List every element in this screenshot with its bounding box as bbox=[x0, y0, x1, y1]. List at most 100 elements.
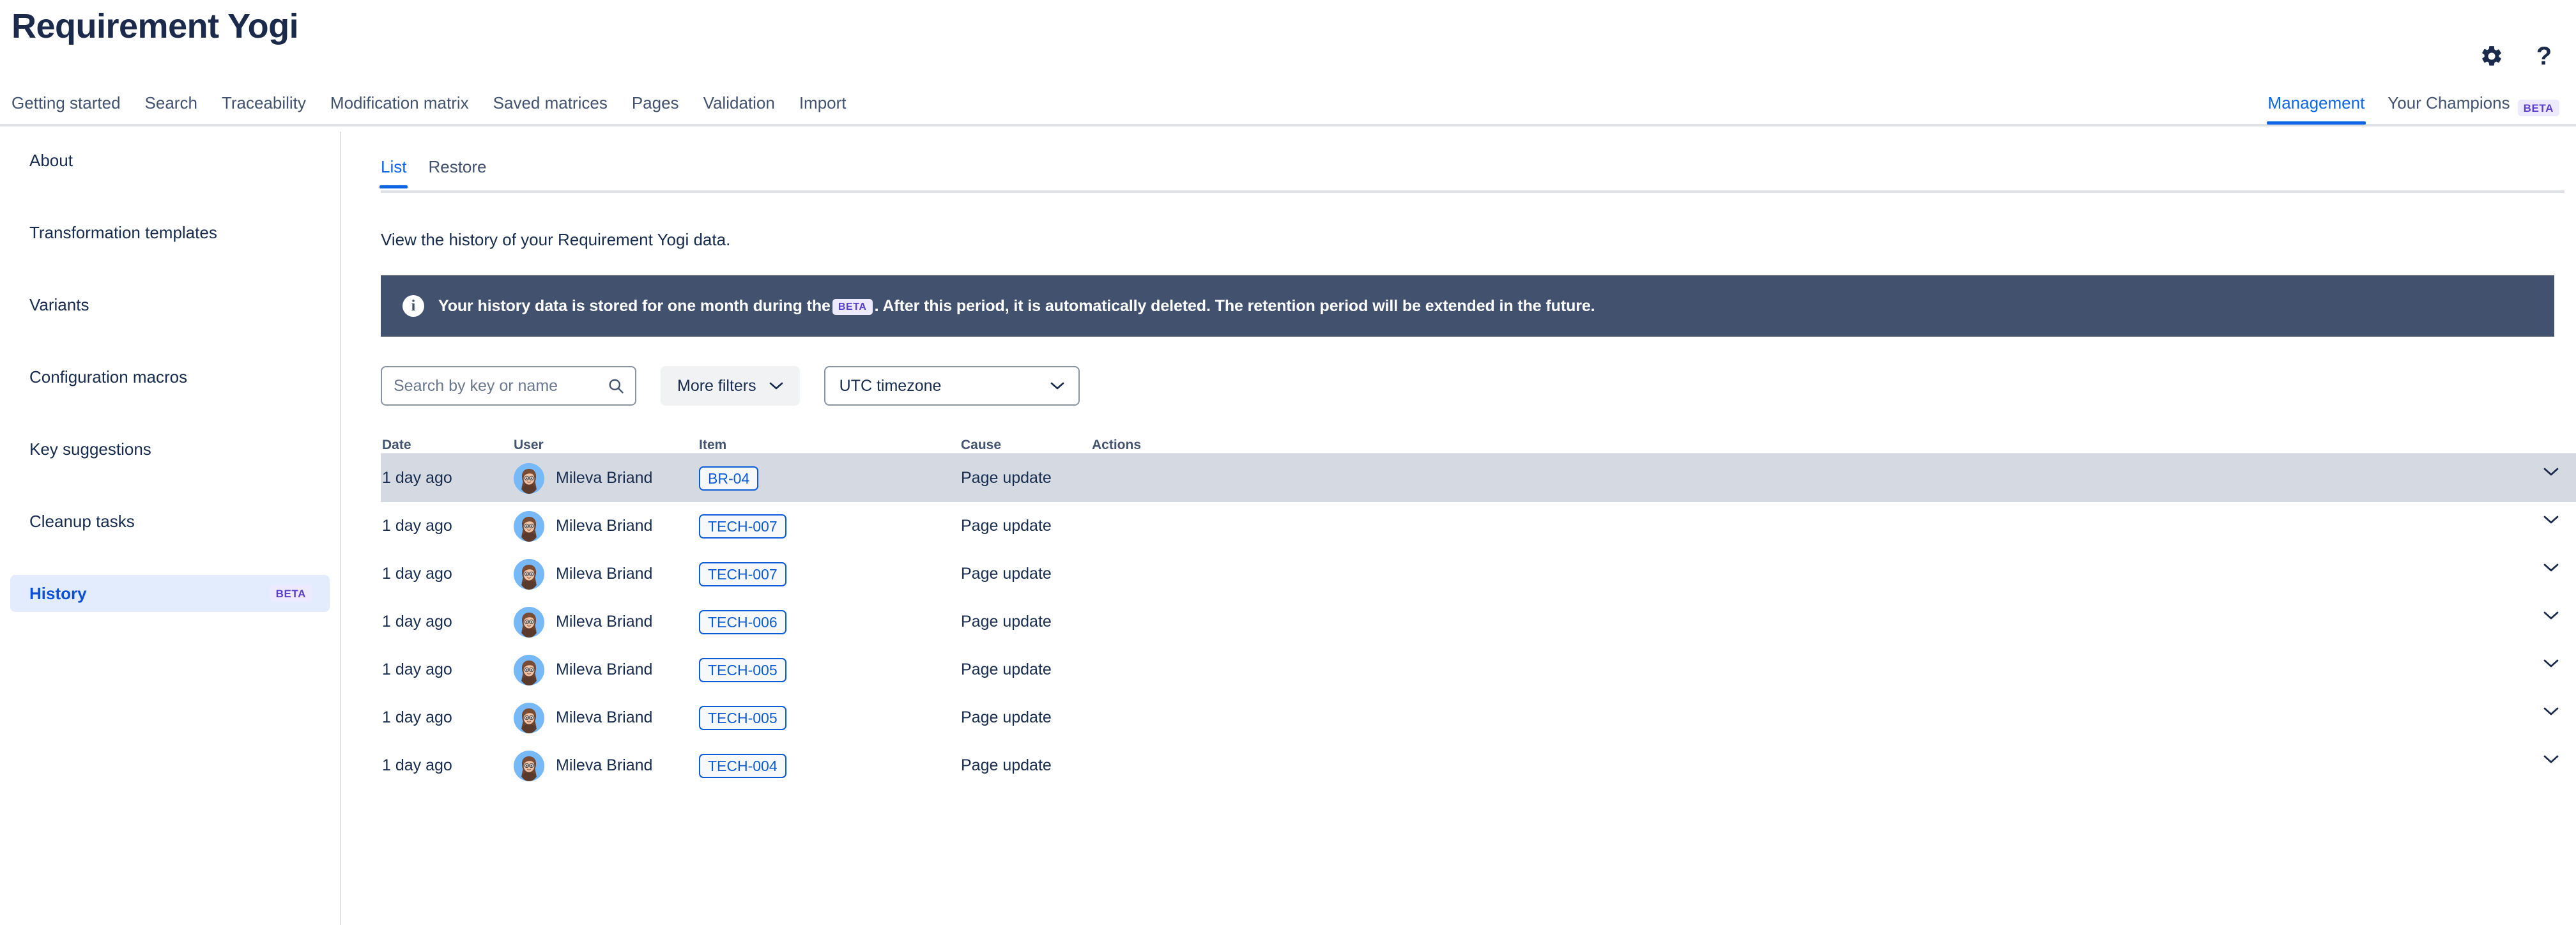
sidebar-item-variants[interactable]: Variants bbox=[10, 286, 330, 323]
item-badge[interactable]: TECH-005 bbox=[699, 657, 786, 682]
sidebar-item-label: History bbox=[29, 583, 87, 603]
info-banner-beta-badge: BETA bbox=[832, 298, 873, 315]
row-expand-chevron-icon[interactable] bbox=[2540, 606, 2562, 625]
avatar bbox=[514, 510, 544, 542]
cell-user: Mileva Briand bbox=[514, 606, 699, 638]
cell-item: TECH-005 bbox=[699, 657, 961, 682]
more-filters-button[interactable]: More filters bbox=[661, 366, 800, 406]
nav-item-import[interactable]: Import bbox=[799, 93, 847, 116]
body-wrapper: About Transformation templates Variants … bbox=[0, 126, 2576, 925]
cell-item: TECH-005 bbox=[699, 705, 961, 730]
sidebar-item-cleanup-tasks[interactable]: Cleanup tasks bbox=[10, 503, 330, 540]
primary-nav: Getting started Search Traceability Modi… bbox=[0, 89, 2576, 126]
filter-bar: More filters UTC timezone bbox=[381, 366, 2564, 406]
cell-cause: Page update bbox=[961, 613, 1052, 631]
sidebar-beta-badge: BETA bbox=[270, 585, 312, 602]
item-badge[interactable]: TECH-007 bbox=[699, 562, 786, 586]
cell-date: 1 day ago bbox=[382, 756, 452, 774]
user-name: Mileva Briand bbox=[556, 661, 653, 678]
column-header-item: Item bbox=[699, 438, 727, 452]
nav-item-pages[interactable]: Pages bbox=[632, 93, 679, 116]
info-banner: i Your history data is stored for one mo… bbox=[381, 275, 2554, 337]
cell-cause: Page update bbox=[961, 517, 1052, 535]
user-name: Mileva Briand bbox=[556, 469, 653, 487]
info-banner-text-before: Your history data is stored for one mont… bbox=[438, 296, 831, 315]
item-badge[interactable]: TECH-007 bbox=[699, 514, 786, 539]
main-content: List Restore View the history of your Re… bbox=[341, 126, 2576, 925]
nav-item-traceability[interactable]: Traceability bbox=[222, 93, 306, 116]
column-header-cause: Cause bbox=[961, 438, 1002, 452]
row-expand-chevron-icon[interactable] bbox=[2540, 462, 2562, 481]
timezone-select[interactable]: UTC timezone bbox=[824, 366, 1080, 406]
cell-date: 1 day ago bbox=[382, 565, 452, 583]
row-expand-chevron-icon[interactable] bbox=[2540, 749, 2562, 768]
user-name: Mileva Briand bbox=[556, 565, 653, 583]
nav-item-your-champions-label: Your Champions bbox=[2388, 93, 2510, 112]
sidebar-item-about[interactable]: About bbox=[10, 142, 330, 179]
cell-date: 1 day ago bbox=[382, 517, 452, 535]
nav-item-your-champions[interactable]: Your Champions BETA bbox=[2388, 93, 2559, 122]
table-row[interactable]: 1 day ago bbox=[381, 646, 2576, 694]
chevron-down-icon bbox=[1050, 381, 1064, 390]
search-input[interactable] bbox=[394, 376, 607, 395]
column-header-date: Date bbox=[382, 438, 411, 452]
info-icon: i bbox=[402, 295, 424, 317]
cell-user: Mileva Briand bbox=[514, 750, 699, 781]
sidebar-item-label: Variants bbox=[29, 294, 89, 314]
cell-cause: Page update bbox=[961, 565, 1052, 583]
sidebar-item-label: Transformation templates bbox=[29, 222, 217, 242]
primary-nav-left: Getting started Search Traceability Modi… bbox=[12, 93, 847, 116]
cell-item: BR-04 bbox=[699, 466, 961, 491]
item-badge[interactable]: TECH-004 bbox=[699, 753, 786, 778]
cell-date: 1 day ago bbox=[382, 469, 452, 487]
gear-icon[interactable] bbox=[2479, 43, 2504, 69]
cell-user: Mileva Briand bbox=[514, 462, 699, 494]
cell-cause: Page update bbox=[961, 708, 1052, 726]
user-name: Mileva Briand bbox=[556, 613, 653, 631]
content-tabs: List Restore bbox=[379, 157, 2564, 193]
nav-item-management[interactable]: Management bbox=[2266, 93, 2366, 125]
cell-item: TECH-007 bbox=[699, 514, 961, 539]
row-expand-chevron-icon[interactable] bbox=[2540, 701, 2562, 721]
app-header: Requirement Yogi ? bbox=[0, 0, 2576, 89]
nav-item-getting-started[interactable]: Getting started bbox=[12, 93, 121, 116]
item-badge[interactable]: TECH-006 bbox=[699, 609, 786, 634]
sidebar-item-transformation-templates[interactable]: Transformation templates bbox=[10, 214, 330, 251]
sidebar-item-history[interactable]: History BETA bbox=[10, 575, 330, 612]
cell-cause: Page update bbox=[961, 756, 1052, 774]
sidebar-item-configuration-macros[interactable]: Configuration macros bbox=[10, 358, 330, 395]
table-row[interactable]: 1 day ago bbox=[381, 598, 2576, 646]
item-badge[interactable]: BR-04 bbox=[699, 466, 759, 491]
item-badge[interactable]: TECH-005 bbox=[699, 705, 786, 730]
history-table: Date User Item Cause Actions 1 day ago M… bbox=[381, 429, 2576, 790]
cell-date: 1 day ago bbox=[382, 708, 452, 726]
more-filters-label: More filters bbox=[677, 376, 756, 395]
avatar bbox=[514, 606, 544, 638]
row-expand-chevron-icon[interactable] bbox=[2540, 558, 2562, 577]
nav-item-validation[interactable]: Validation bbox=[703, 93, 775, 116]
table-row[interactable]: 1 day ago bbox=[381, 694, 2576, 742]
row-expand-chevron-icon[interactable] bbox=[2540, 654, 2562, 673]
table-body: 1 day ago Mileva Briand BR-04 Page updat… bbox=[381, 454, 2576, 790]
table-row[interactable]: 1 day ago bbox=[381, 454, 2576, 502]
column-header-user: User bbox=[514, 438, 544, 452]
avatar bbox=[514, 654, 544, 685]
tab-list[interactable]: List bbox=[379, 157, 408, 188]
primary-nav-right: Management Your Champions BETA bbox=[2266, 93, 2559, 125]
nav-item-saved-matrices[interactable]: Saved matrices bbox=[493, 93, 608, 116]
search-icon[interactable] bbox=[607, 377, 625, 395]
table-row[interactable]: 1 day ago bbox=[381, 742, 2576, 790]
table-row[interactable]: 1 day ago bbox=[381, 550, 2576, 598]
sidebar-item-label: Key suggestions bbox=[29, 439, 151, 459]
nav-item-modification-matrix[interactable]: Modification matrix bbox=[330, 93, 469, 116]
sidebar-item-label: About bbox=[29, 150, 73, 170]
info-banner-text-after: . After this period, it is automatically… bbox=[874, 296, 1595, 315]
help-icon[interactable]: ? bbox=[2531, 43, 2557, 69]
row-expand-chevron-icon[interactable] bbox=[2540, 510, 2562, 529]
search-box[interactable] bbox=[381, 366, 636, 406]
nav-item-search[interactable]: Search bbox=[145, 93, 197, 116]
table-row[interactable]: 1 day ago bbox=[381, 502, 2576, 550]
sidebar-item-key-suggestions[interactable]: Key suggestions bbox=[10, 431, 330, 468]
tab-restore[interactable]: Restore bbox=[428, 157, 486, 186]
avatar bbox=[514, 558, 544, 590]
